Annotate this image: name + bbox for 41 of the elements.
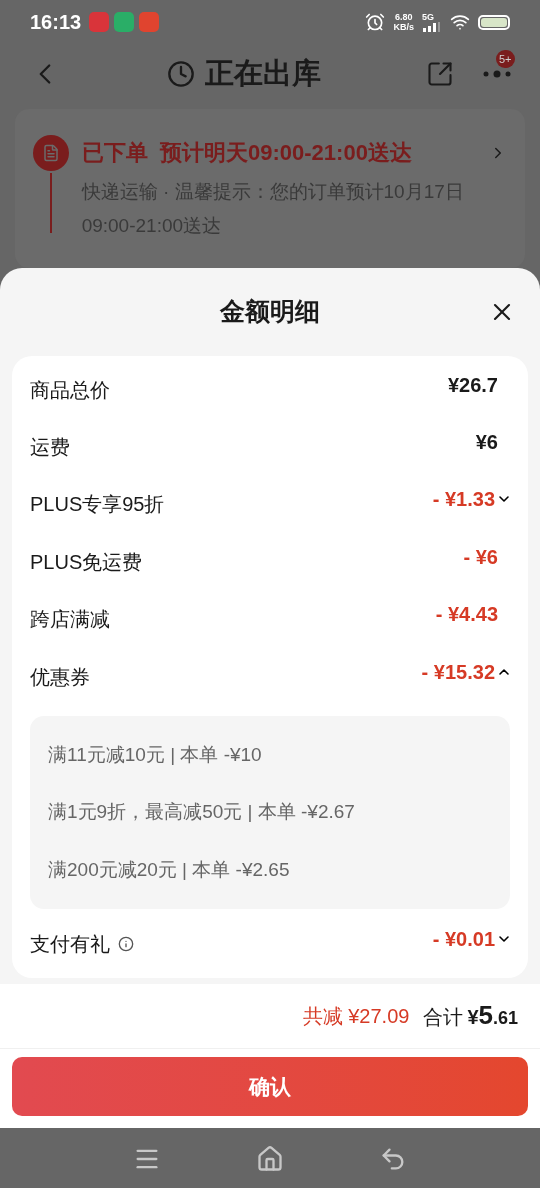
delivery-eta: 预计明天09:00-21:00送达 [160, 139, 412, 168]
order-status: 已下单 [82, 139, 148, 168]
more-icon[interactable] [482, 69, 512, 78]
total-label: 合计 [423, 1005, 464, 1031]
network-speed: 6.80 [394, 12, 413, 23]
speed-unit: KB/s [393, 22, 414, 33]
signal-icon [422, 22, 442, 33]
row-amount: - ¥6 [463, 544, 498, 570]
row-amount: - ¥15.32 [421, 659, 495, 685]
row-label: 优惠券 [30, 664, 90, 690]
battery-icon [478, 14, 510, 30]
page-title: 正在出库 [205, 55, 321, 91]
coupon-item: 满11元减10元 | 本单 -¥10 [48, 742, 263, 767]
reduced-label: 共减 [303, 1003, 344, 1029]
notification-badge: 5+ [496, 49, 515, 68]
info-icon[interactable] [118, 936, 134, 953]
confirm-button[interactable]: 确认 [12, 1056, 528, 1116]
app-icon [89, 12, 110, 33]
row-amount: - ¥4.43 [435, 602, 498, 628]
status-time: 16:13 [30, 10, 82, 36]
network-type: 5G [422, 12, 435, 23]
coupon-item: 满200元减20元 | 本单 -¥2.65 [48, 857, 291, 882]
row-amount: ¥6 [475, 430, 498, 456]
row-label: 商品总价 [30, 377, 110, 403]
home-icon[interactable] [256, 1145, 284, 1174]
alarm-icon [365, 12, 386, 33]
row-label: 支付有礼 [30, 932, 110, 958]
coupon-item: 满1元9折，最高减50元 | 本单 -¥2.67 [48, 800, 356, 825]
order-icon [33, 134, 69, 171]
reduced-amount: ¥27.09 [348, 1003, 410, 1029]
row-label: PLUS免运费 [30, 549, 143, 575]
row-label: 运费 [30, 435, 70, 461]
row-amount: - ¥1.33 [432, 487, 495, 513]
share-icon[interactable] [426, 59, 454, 88]
clock-icon [167, 59, 195, 88]
row-amount: - ¥0.01 [432, 927, 495, 953]
row-label: 跨店满减 [30, 607, 110, 633]
row-label: PLUS专享95折 [30, 492, 165, 518]
total-amount: ¥5.61 [467, 999, 518, 1033]
row-amount: ¥26.7 [447, 372, 498, 398]
sheet-title: 金额明细 [220, 296, 320, 328]
